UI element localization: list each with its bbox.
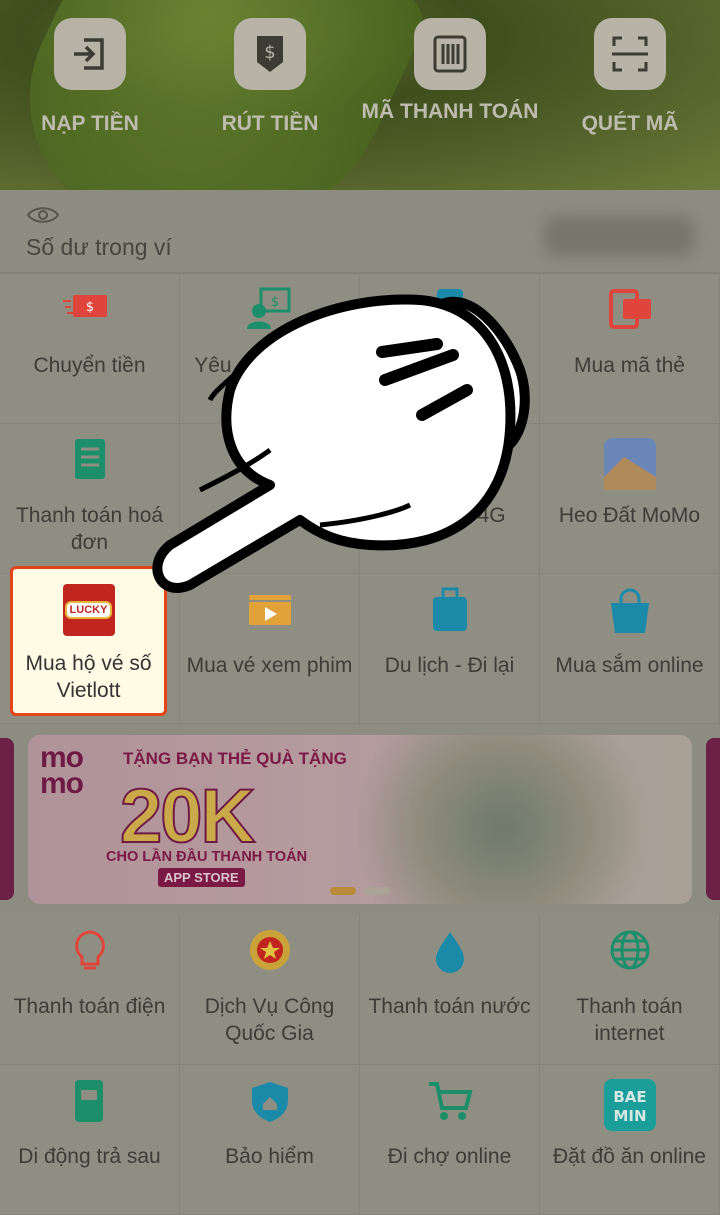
banner-subline: CHO LẦN ĐẦU THANH TOÁN	[106, 849, 308, 865]
globe-icon	[540, 930, 719, 977]
deposit-button[interactable]: NẠP TIỀN	[0, 18, 180, 137]
service-item[interactable]: BAE MIN Đặt đồ ăn online	[540, 1065, 720, 1215]
shopping-bag-icon	[540, 588, 719, 636]
service-label: Thanh toán nước	[368, 995, 531, 1018]
service-item[interactable]: Mua sắm online	[540, 574, 720, 724]
service-label: Mua vé xem phim	[186, 654, 353, 677]
service-vietlott-highlighted[interactable]: LUCKY Mua hộ vé số Vietlott	[10, 566, 167, 716]
service-label: Heo Đất MoMo	[558, 504, 701, 527]
deposit-icon	[54, 18, 126, 90]
service-item[interactable]: Thanh toán điện	[0, 915, 180, 1065]
carousel-dots[interactable]	[330, 887, 390, 895]
service-label: Du lịch - Đi lại	[384, 654, 515, 677]
service-label: Thanh toán điện	[13, 995, 166, 1018]
svg-text:$: $	[264, 42, 275, 63]
promo-banner[interactable]: mo mo TẶNG BẠN THẺ QUÀ TẶNG 20K CHO LẦN …	[28, 735, 692, 904]
pointing-hand-icon	[152, 294, 530, 593]
prev-banner-peek[interactable]	[0, 738, 14, 900]
service-label: Bảo hiểm	[225, 1145, 314, 1168]
shield-icon	[180, 1082, 359, 1127]
service-label: Mua mã thẻ	[574, 354, 685, 377]
baemin-icon: BAE MIN	[540, 1079, 719, 1131]
banner-amount: 20K	[119, 773, 256, 860]
dot-active[interactable]	[330, 887, 356, 895]
lightbulb-icon	[0, 930, 179, 977]
svg-text:MIN: MIN	[613, 1107, 646, 1125]
banner-tag: APP STORE	[158, 868, 245, 887]
momo-logo: mo mo	[40, 741, 84, 800]
dot[interactable]	[364, 887, 390, 895]
piggy-icon	[540, 438, 719, 490]
service-item[interactable]: Thanh toán nước	[360, 915, 540, 1065]
service-label: Đi chợ online	[387, 1145, 512, 1168]
service-label: Mua sắm online	[555, 654, 704, 677]
service-item[interactable]: Đi chợ online	[360, 1065, 540, 1215]
scan-icon	[594, 18, 666, 90]
service-item[interactable]: Dịch Vụ Công Quốc Gia	[180, 915, 360, 1065]
balance-amount-hidden	[544, 216, 694, 256]
barcode-icon	[414, 18, 486, 90]
eye-icon[interactable]	[26, 204, 60, 231]
wallet-balance: Số dư trong ví	[0, 190, 720, 274]
header: NẠP TIỀN $ RÚT TIỀN MÃ THANH TOÁN QUÉT M…	[0, 0, 720, 190]
service-label: Thanh toán internet	[576, 995, 683, 1045]
svg-text:$: $	[85, 300, 93, 315]
scan-button[interactable]: QUÉT MÃ	[540, 18, 720, 137]
withdraw-button[interactable]: $ RÚT TIỀN	[180, 18, 360, 137]
water-drop-icon	[360, 932, 539, 977]
service-item[interactable]: Heo Đất MoMo	[540, 424, 720, 574]
emblem-icon	[180, 930, 359, 977]
lucky-icon: LUCKY	[62, 584, 115, 636]
service-item[interactable]: Bảo hiểm	[180, 1065, 360, 1215]
balance-label: Số dư trong ví	[26, 234, 172, 260]
services-grid-bottom: Thanh toán điện Dịch Vụ Công Quốc Gia Than…	[0, 915, 720, 1215]
next-banner-peek[interactable]	[706, 738, 720, 900]
service-label: Di động trả sau	[18, 1145, 161, 1168]
cart-icon	[360, 1082, 539, 1127]
postpaid-phone-icon	[0, 1080, 179, 1127]
svg-text:BAE: BAE	[613, 1088, 646, 1106]
service-label: Đặt đồ ăn online	[553, 1145, 706, 1168]
card-code-icon	[540, 289, 719, 336]
service-item[interactable]: Mua mã thẻ	[540, 274, 720, 424]
service-item[interactable]: Di động trả sau	[0, 1065, 180, 1215]
banner-game-art	[348, 735, 692, 904]
payment-code-button[interactable]: MÃ THANH TOÁN	[360, 18, 540, 125]
service-item[interactable]: Thanh toán internet	[540, 915, 720, 1065]
service-label: Dịch Vụ Công Quốc Gia	[204, 995, 335, 1045]
banner-headline: TẶNG BẠN THẺ QUÀ TẶNG	[123, 749, 347, 768]
withdraw-icon: $	[234, 18, 306, 90]
